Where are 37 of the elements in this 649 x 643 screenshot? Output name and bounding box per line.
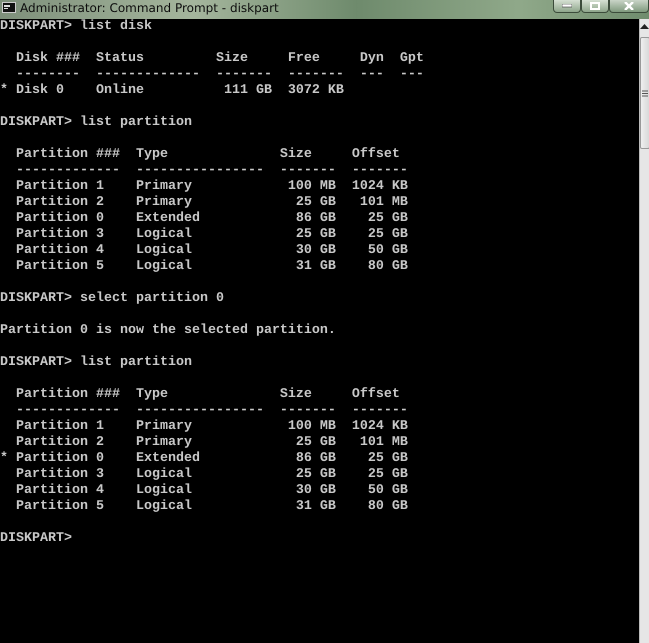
window-title: Administrator: Command Prompt - diskpart [20,0,279,16]
console-line: Partition 4 Logical 30 GB 50 GB [14,243,408,259]
maximize-button[interactable] [581,0,609,13]
console-line: Partition 0 is now the selected partition. [0,323,336,339]
minimize-button[interactable] [553,0,581,13]
console-line: Partition 2 Primary 25 GB 101 MB [14,195,408,211]
minimize-icon [562,4,572,8]
console-line: Partition ### Type Size Offset [14,147,400,163]
scrollbar[interactable] [639,19,649,643]
close-icon [623,2,635,10]
restore-icon [590,2,600,10]
scroll-thumb[interactable] [640,37,649,149]
console-line: Partition 0 Extended 86 GB 25 GB [14,211,408,227]
grip-icon [642,90,648,96]
close-button[interactable] [609,0,649,13]
console-line: Partition 5 Logical 31 GB 80 GB [14,259,408,275]
console-line: Partition 5 Logical 31 GB 80 GB [14,499,408,515]
console-line: * Partition 0 Extended 86 GB 25 GB [0,451,408,467]
console-line: Partition 3 Logical 25 GB 25 GB [14,467,408,483]
console-line: DISKPART> list partition [0,355,192,371]
console-line: Partition 2 Primary 25 GB 101 MB [14,435,408,451]
console-line: Partition ### Type Size Offset [14,387,400,403]
console-line: DISKPART> [0,531,72,547]
console-line: -------- ------------- ------- ------- --- --- [14,67,424,83]
console-line: Disk ### Status Size Free Dyn Gpt [14,51,424,67]
console-line: Partition 1 Primary 100 MB 1024 KB [14,419,408,435]
console-icon [2,2,16,13]
console-line: ------------- ---------------- ------- ------- [14,403,408,419]
scroll-up-icon[interactable] [640,24,649,29]
console-line: * Disk 0 Online 111 GB 3072 KB [0,83,344,99]
console-line: ------------- ---------------- ------- ------- [14,163,408,179]
console-line: DISKPART> select partition 0 [0,291,224,307]
console-line: Partition 1 Primary 100 MB 1024 KB [14,179,408,195]
console-line: Partition 3 Logical 25 GB 25 GB [14,227,408,243]
console-line: DISKPART> list disk [0,19,152,35]
console-line: Partition 4 Logical 30 GB 50 GB [14,483,408,499]
console-line: DISKPART> list partition [0,115,192,131]
